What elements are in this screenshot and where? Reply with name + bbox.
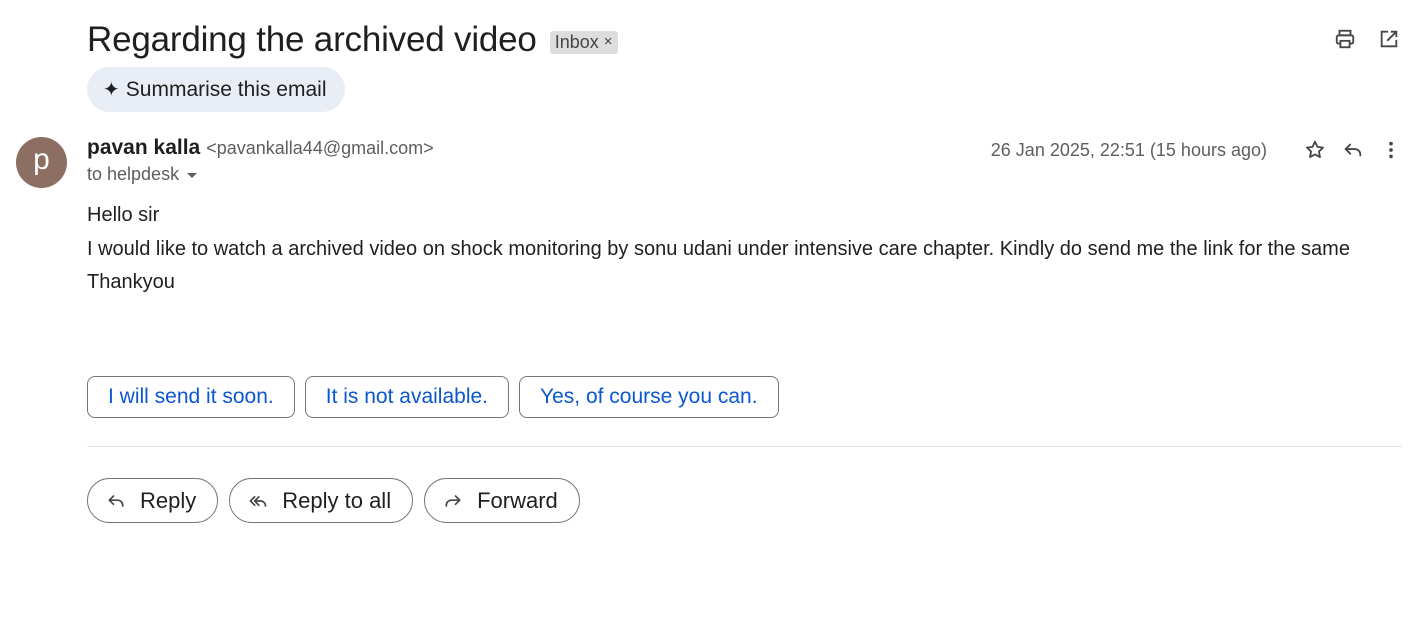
smart-replies: I will send it soon. It is not available… [87,376,779,418]
sender-avatar[interactable]: p [16,137,67,188]
chevron-down-icon [187,173,198,178]
body-message: I would like to watch a archived video o… [87,237,1350,260]
divider [87,446,1402,447]
reply-button[interactable]: Reply [87,478,219,523]
reply-all-label: Reply to all [282,487,392,513]
forward-button[interactable]: Forward [424,478,580,523]
smart-reply-of-course[interactable]: Yes, of course you can. [519,376,779,418]
reply-all-button[interactable]: Reply to all [229,478,414,523]
body-greeting: Hello sir [87,204,160,226]
more-vertical-icon[interactable] [1379,138,1403,162]
subject-row: Regarding the archived video Inbox × [87,18,618,62]
open-in-new-window-icon[interactable] [1377,27,1401,51]
body-closing: Thankyou [87,271,175,293]
remove-label-icon[interactable]: × [604,32,613,52]
inbox-label-chip[interactable]: Inbox × [549,30,618,54]
reply-icon [108,494,124,507]
sparkle-icon: ✦ [103,79,120,101]
sender-line: pavan kalla <pavankalla44@gmail.com> [87,136,434,160]
summarise-email-button[interactable]: ✦ Summarise this email [87,67,345,112]
recipient-details-toggle[interactable]: to helpdesk [87,164,198,185]
email-view: Regarding the archived video Inbox × ✦ S… [0,0,1417,626]
email-subject: Regarding the archived video [87,20,537,59]
reply-label: Reply [140,487,197,513]
reply-icon[interactable] [1341,138,1365,162]
recipient-text: to helpdesk [87,164,180,184]
reply-all-icon [249,495,267,507]
summarise-label: Summarise this email [125,77,327,101]
smart-reply-send-soon[interactable]: I will send it soon. [87,376,295,418]
star-icon[interactable] [1303,138,1327,162]
sender-email: <pavankalla44@gmail.com> [206,138,434,158]
email-date: 26 Jan 2025, 22:51 (15 hours ago) [990,139,1267,160]
label-text: Inbox [554,31,599,52]
sender-name[interactable]: pavan kalla [87,136,200,160]
action-buttons: Reply Reply to all Forward [87,478,580,523]
top-actions [1333,27,1401,51]
print-icon[interactable] [1333,27,1357,51]
email-body: Hello sir I would like to watch a archiv… [87,199,1402,300]
forward-icon [445,494,461,507]
smart-reply-not-available[interactable]: It is not available. [304,376,510,418]
forward-label: Forward [477,487,558,513]
message-meta: 26 Jan 2025, 22:51 (15 hours ago) [991,138,1403,162]
